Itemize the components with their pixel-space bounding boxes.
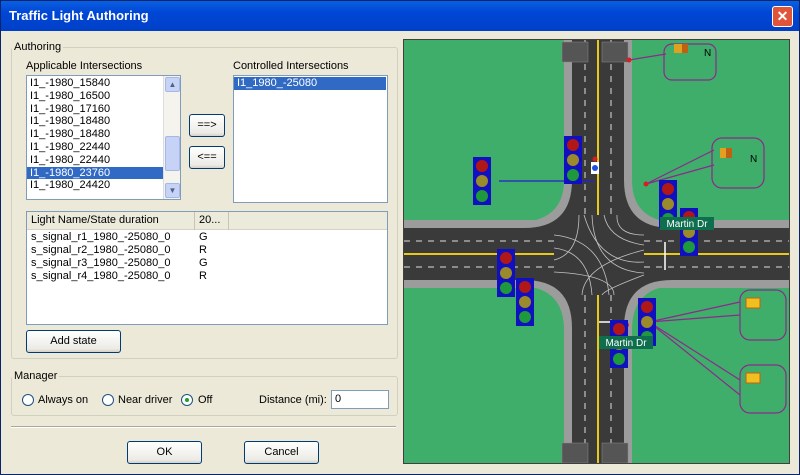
controlled-intersections-list[interactable]: I1_1980_-25080: [233, 75, 388, 203]
list-item[interactable]: I1_-1980_22440: [27, 141, 164, 154]
list-item[interactable]: I1_-1980_15840: [27, 77, 164, 90]
light-state-table[interactable]: Light Name/State duration 20... s_signal…: [26, 211, 388, 325]
table-row[interactable]: s_signal_r1_1980_-25080_0 G: [27, 231, 387, 244]
ok-button[interactable]: OK: [127, 441, 202, 464]
close-button[interactable]: ✕: [772, 6, 793, 27]
applicable-intersections-list[interactable]: I1_-1980_15840 I1_-1980_16500 I1_-1980_171…: [26, 75, 181, 200]
radio-always-on-label: Always on: [38, 394, 89, 406]
state-cell: G: [199, 231, 208, 243]
table-row[interactable]: s_signal_r3_1980_-25080_0 G: [27, 257, 387, 270]
list-item[interactable]: I1_-1980_17160: [27, 103, 164, 116]
light-name-cell: s_signal_r3_1980_-25080_0: [31, 257, 171, 269]
radio-off[interactable]: [181, 394, 193, 406]
list-item[interactable]: I1_1980_-25080: [234, 77, 386, 90]
light-name-cell: s_signal_r1_1980_-25080_0: [31, 231, 171, 243]
column-header-light-name[interactable]: Light Name/State duration: [27, 212, 195, 230]
list-scrollbar[interactable]: ▲ ▼: [163, 76, 180, 199]
state-cell: R: [199, 244, 207, 256]
remove-intersection-button[interactable]: <==: [189, 146, 225, 169]
table-header: Light Name/State duration 20...: [27, 212, 387, 230]
dialog-window: Traffic Light Authoring ✕ Authoring Appl…: [0, 0, 800, 475]
scroll-up-button[interactable]: ▲: [165, 77, 180, 92]
intersection-map[interactable]: Martin Dr Martin Dr N N: [403, 39, 790, 464]
list-item[interactable]: I1_-1980_18480: [27, 115, 164, 128]
cancel-button[interactable]: Cancel: [244, 441, 319, 464]
list-item[interactable]: I1_-1980_23760: [27, 166, 164, 180]
add-state-button[interactable]: Add state: [26, 330, 121, 353]
light-name-cell: s_signal_r2_1980_-25080_0: [31, 244, 171, 256]
scroll-down-button[interactable]: ▼: [165, 183, 180, 198]
title-bar: Traffic Light Authoring ✕: [1, 1, 799, 31]
table-row[interactable]: s_signal_r2_1980_-25080_0 R: [27, 244, 387, 257]
street-sign-label: Martin Dr: [605, 338, 647, 349]
applicable-intersections-label: Applicable Intersections: [26, 60, 143, 72]
list-item[interactable]: I1_-1980_16500: [27, 90, 164, 103]
scroll-thumb[interactable]: [165, 136, 180, 171]
controlled-intersections-label: Controlled Intersections: [233, 60, 349, 72]
column-header-duration[interactable]: 20...: [195, 212, 229, 230]
add-intersection-button[interactable]: ==>: [189, 114, 225, 137]
radio-always-on[interactable]: [22, 394, 34, 406]
distance-input[interactable]: 0: [331, 390, 389, 409]
list-item[interactable]: I1_-1980_22440: [27, 154, 164, 167]
state-cell: G: [199, 257, 208, 269]
light-name-cell: s_signal_r4_1980_-25080_0: [31, 270, 171, 282]
street-sign-label: Martin Dr: [666, 219, 708, 230]
window-title: Traffic Light Authoring: [9, 8, 149, 23]
state-cell: R: [199, 270, 207, 282]
radio-near-driver[interactable]: [102, 394, 114, 406]
radio-near-driver-label: Near driver: [118, 394, 173, 406]
manager-legend: Manager: [14, 370, 58, 382]
list-item[interactable]: I1_-1980_18480: [27, 128, 164, 141]
north-indicator: N: [750, 154, 757, 165]
intersection-svg: Martin Dr Martin Dr N N: [404, 40, 789, 463]
list-item[interactable]: I1_-1980_24420: [27, 179, 164, 192]
radio-off-label: Off: [198, 394, 213, 406]
separator: [11, 426, 396, 428]
north-indicator: N: [704, 48, 711, 59]
authoring-legend: Authoring: [14, 41, 62, 53]
table-row[interactable]: s_signal_r4_1980_-25080_0 R: [27, 270, 387, 283]
distance-label: Distance (mi):: [259, 394, 327, 406]
